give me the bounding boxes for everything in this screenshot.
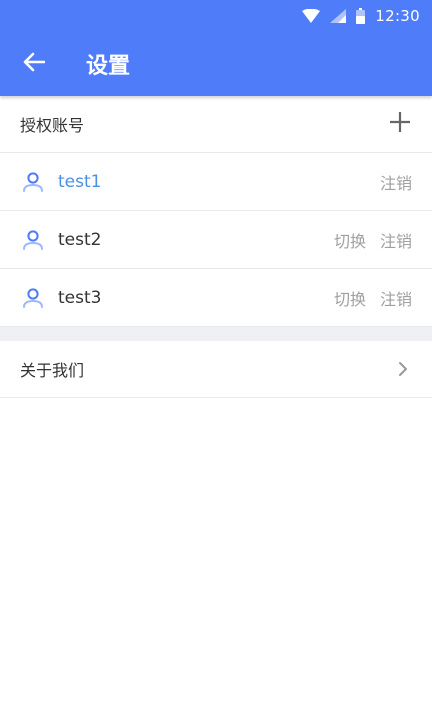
back-button[interactable] (0, 31, 68, 96)
switch-button[interactable]: 切换 (334, 286, 366, 310)
account-name: test1 (58, 171, 102, 192)
authorized-accounts-header: 授权账号 (0, 96, 432, 153)
switch-button[interactable]: 切换 (334, 228, 366, 252)
app-bar: 设置 (0, 31, 432, 96)
account-actions: 切换 注销 (320, 228, 412, 252)
chevron-right-icon (398, 361, 408, 377)
user-icon (22, 287, 44, 309)
add-account-button[interactable] (380, 104, 420, 144)
logout-button[interactable]: 注销 (380, 228, 412, 252)
account-actions: 注销 (366, 170, 412, 194)
battery-icon (356, 7, 366, 24)
account-name: test2 (58, 229, 102, 250)
arrow-left-icon (23, 52, 46, 76)
account-name: test3 (58, 287, 102, 308)
authorized-accounts-label: 授权账号 (20, 116, 85, 135)
account-row-test1[interactable]: test1 注销 (0, 153, 432, 211)
page-title: 设置 (86, 53, 131, 79)
section-divider (0, 327, 432, 341)
user-icon (22, 171, 44, 193)
status-time: 12:30 (375, 6, 420, 25)
signal-icon (330, 8, 347, 23)
logout-button[interactable]: 注销 (380, 286, 412, 310)
account-row-test2[interactable]: test2 切换 注销 (0, 211, 432, 269)
about-us-row[interactable]: 关于我们 (0, 341, 432, 398)
user-icon (22, 229, 44, 251)
account-row-test3[interactable]: test3 切换 注销 (0, 269, 432, 327)
status-bar: 12:30 (0, 0, 432, 31)
wifi-icon (302, 8, 321, 23)
plus-icon (389, 111, 411, 137)
account-actions: 切换 注销 (320, 286, 412, 310)
account-list: test1 注销 test2 切换 注销 test3 切换 注销 (0, 153, 432, 327)
about-us-label: 关于我们 (20, 361, 85, 380)
logout-button[interactable]: 注销 (380, 170, 412, 194)
